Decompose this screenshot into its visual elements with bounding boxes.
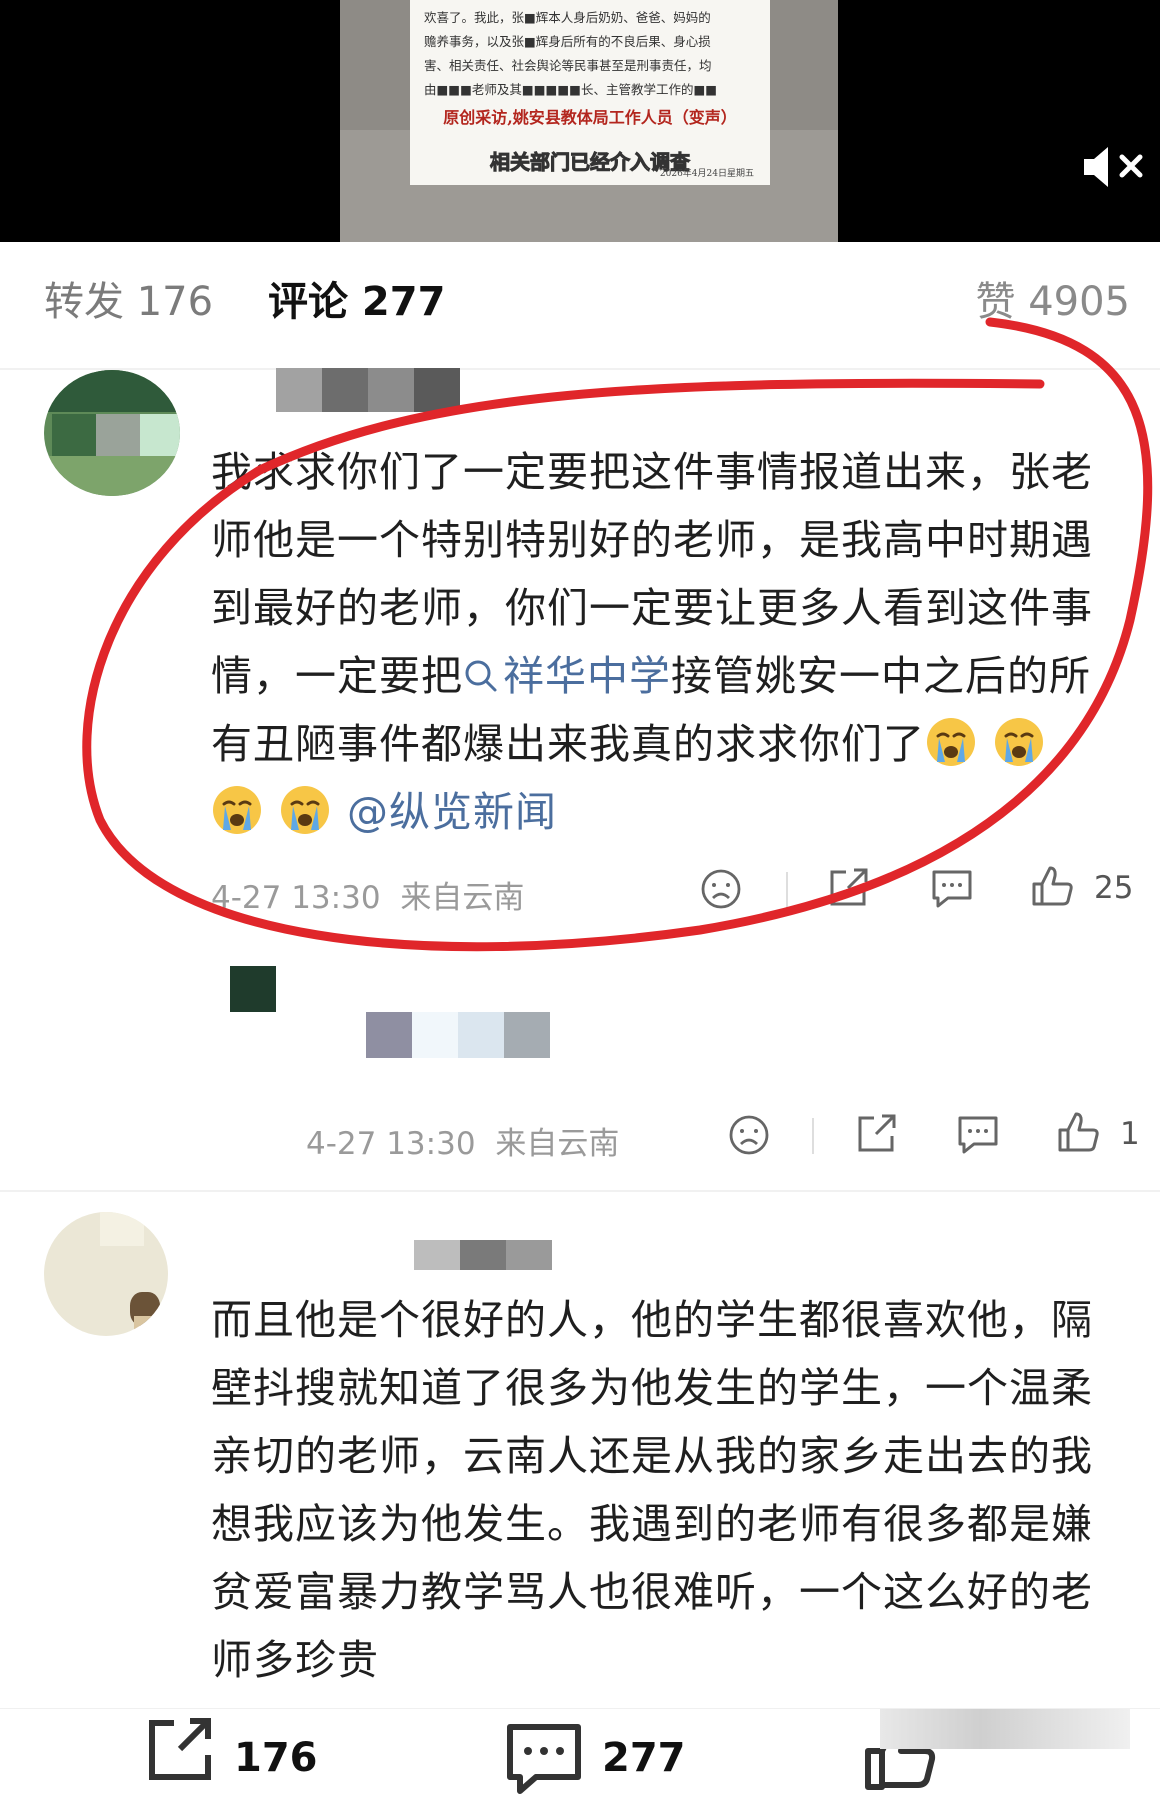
divider: [0, 1190, 1160, 1192]
caption-source: 原创采访,姚安县教体局工作人员（变声）: [443, 108, 737, 127]
video-frame: 欢喜了。我此，张■辉本人身后奶奶、爸爸、妈妈的 赡养事务，以及张■辉身后所有的不…: [340, 0, 838, 242]
divider: [786, 872, 788, 908]
username-mosaic[interactable]: [414, 1240, 552, 1270]
comment-location: 来自云南: [400, 880, 525, 916]
reply-icon[interactable]: [930, 866, 974, 914]
caption-line: 赡养事务，以及张■辉身后所有的不良后果、身心损: [424, 34, 711, 49]
dislike-icon[interactable]: [728, 1114, 770, 1160]
like-icon[interactable]: [1056, 1110, 1100, 1158]
comment-icon[interactable]: [504, 1719, 584, 1796]
bottom-action-bar: 176 277: [0, 1708, 1160, 1796]
comment-time: 4-27 13:30: [211, 880, 381, 916]
forward-icon[interactable]: [140, 1709, 220, 1793]
tab-forward[interactable]: 转发 176: [44, 282, 213, 322]
mute-icon[interactable]: [1080, 142, 1148, 192]
username-mosaic[interactable]: [366, 1012, 552, 1058]
share-icon[interactable]: [826, 866, 870, 914]
crying-emoji-icon: [281, 786, 329, 834]
caption-date: 2026年4月24日星期五: [659, 169, 754, 179]
forward-count: 176: [234, 1735, 318, 1781]
crying-emoji-icon: [213, 786, 261, 834]
avatar[interactable]: [230, 966, 276, 1012]
crying-emoji-icon: [995, 718, 1043, 766]
comment-meta: 4-27 13:30 来自云南: [211, 872, 524, 917]
username-mosaic[interactable]: [276, 368, 460, 412]
share-icon[interactable]: [854, 1112, 898, 1160]
caption-line: 欢喜了。我此，张■辉本人身后奶奶、爸爸、妈妈的: [424, 10, 711, 25]
caption-line: 害、相关责任、社会舆论等民事甚至是刑事责任，均: [424, 58, 712, 73]
tab-like[interactable]: 赞 4905: [975, 282, 1130, 322]
comment-text: 而且他是个很好的人，他的学生都很喜欢他，隔壁抖搜就知道了很多为他发生的学生，一个…: [211, 1296, 1093, 1684]
watermark-mosaic: [880, 1709, 1130, 1749]
like-icon[interactable]: [1030, 864, 1074, 912]
search-topic-link[interactable]: 祥华中学: [463, 652, 671, 700]
comment-text: 我求求你们了一定要把这件事情报道出来，张老师他是一个特别特别好的老师，是我高中时…: [211, 448, 1093, 836]
divider: [812, 1118, 814, 1154]
avatar[interactable]: [44, 370, 180, 496]
video-player[interactable]: 欢喜了。我此，张■辉本人身后奶奶、爸爸、妈妈的 赡养事务，以及张■辉身后所有的不…: [0, 0, 1160, 242]
comment-time: 4-27 13:30: [306, 1126, 476, 1162]
interaction-tabs: 转发 176 评论 277 赞 4905: [0, 270, 1160, 350]
like-count: 25: [1094, 870, 1134, 906]
news-caption-card: 欢喜了。我此，张■辉本人身后奶奶、爸爸、妈妈的 赡养事务，以及张■辉身后所有的不…: [410, 0, 770, 185]
caption-line: 由■■■老师及其■■■■■长、主管教学工作的■■: [424, 82, 718, 97]
dislike-icon[interactable]: [700, 868, 742, 914]
comment-location: 来自云南: [495, 1126, 620, 1162]
comment-meta: 4-27 13:30 来自云南: [306, 1118, 619, 1163]
avatar[interactable]: [44, 1212, 168, 1336]
reply-icon[interactable]: [956, 1112, 1000, 1160]
tab-comment[interactable]: 评论 277: [268, 282, 445, 322]
comment-count: 277: [602, 1735, 686, 1781]
like-count: 1: [1120, 1116, 1140, 1152]
crying-emoji-icon: [927, 718, 975, 766]
mention-link[interactable]: @纵览新闻: [347, 788, 557, 836]
search-icon: [465, 660, 497, 692]
